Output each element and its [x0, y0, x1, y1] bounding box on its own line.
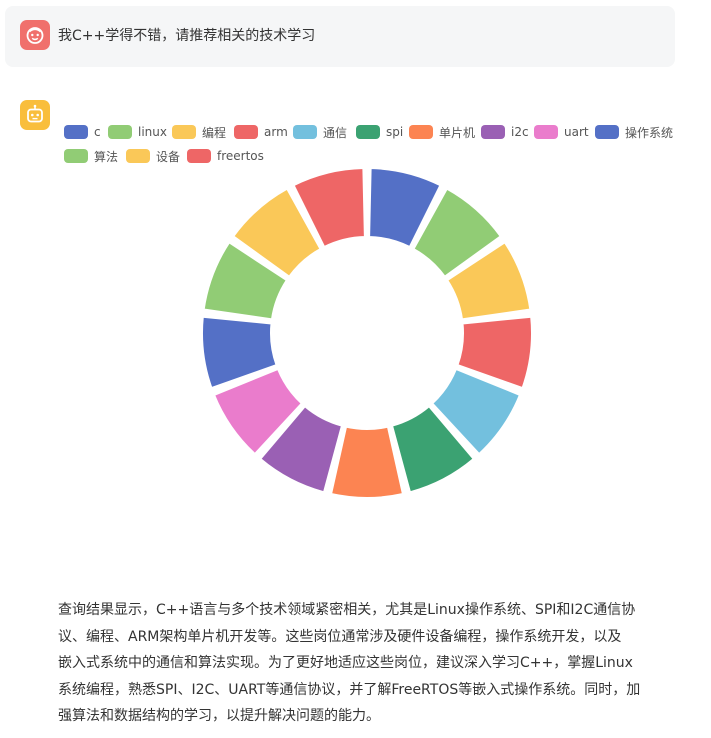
legend-item[interactable]: uart — [534, 124, 589, 140]
legend-label: 编程 — [202, 125, 227, 140]
donut-chart — [201, 167, 533, 499]
legend-label: spi — [386, 125, 404, 139]
legend-swatch — [409, 125, 433, 139]
legend-item[interactable]: arm — [234, 124, 288, 140]
legend-swatch — [534, 125, 558, 139]
legend-item[interactable]: 操作系统 — [595, 124, 673, 140]
legend-swatch — [108, 125, 132, 139]
answer-line: 强算法和数据结构的学习，以提升解决问题的能力。 — [58, 708, 380, 724]
legend-item[interactable]: c — [64, 124, 101, 140]
user-message-text: 我C++学得不错，请推荐相关的技术学习 — [58, 28, 316, 44]
robot-icon — [27, 104, 43, 123]
legend-swatch — [293, 125, 317, 139]
answer-line: 查询结果显示，C++语言与多个技术领域紧密相关，尤其是Linux操作系统、SPI… — [58, 602, 636, 618]
legend-label: 设备 — [156, 149, 181, 164]
legend-item[interactable]: 通信 — [293, 124, 347, 140]
user-message-bubble: 我C++学得不错，请推荐相关的技术学习 — [5, 6, 675, 67]
user-avatar — [20, 20, 50, 50]
legend-item[interactable]: 算法 — [64, 148, 118, 164]
legend-swatch — [595, 125, 619, 139]
legend-label: i2c — [511, 125, 529, 139]
legend-item[interactable]: 设备 — [126, 148, 180, 164]
legend-label: 操作系统 — [625, 125, 674, 140]
legend-swatch — [172, 125, 196, 139]
answer-line: 系统编程，熟悉SPI、I2C、UART等通信协议，并了解FreeRTOS等嵌入式… — [58, 681, 641, 698]
legend-label: 算法 — [94, 149, 119, 164]
legend-swatch — [234, 125, 258, 139]
assistant-answer: 查询结果显示，C++语言与多个技术领域紧密相关，尤其是Linux操作系统、SPI… — [58, 597, 678, 730]
legend-swatch — [356, 125, 380, 139]
legend-item[interactable]: 编程 — [172, 124, 226, 140]
legend-swatch — [481, 125, 505, 139]
bot-avatar — [20, 100, 50, 130]
answer-line: 嵌入式系统中的通信和算法实现。为了更好地适应这些岗位，建议深入学习C++，掌握L… — [58, 655, 633, 671]
legend-label: arm — [264, 125, 288, 139]
legend-item[interactable]: spi — [356, 124, 403, 140]
donut-slice[interactable] — [330, 425, 404, 499]
legend-item[interactable]: linux — [108, 124, 167, 140]
legend-label: linux — [138, 125, 167, 139]
legend-label: uart — [564, 125, 589, 139]
legend-swatch — [64, 149, 88, 163]
legend-swatch — [126, 149, 150, 163]
legend-label: 单片机 — [439, 125, 476, 140]
legend-label: 通信 — [323, 125, 348, 140]
legend-swatch — [64, 125, 88, 139]
legend-item[interactable]: 单片机 — [409, 124, 475, 140]
legend-item[interactable]: i2c — [481, 124, 529, 140]
smiley-face-icon — [26, 27, 44, 44]
legend-label: c — [94, 125, 101, 139]
answer-line: 议、编程、ARM架构单片机开发等。这些岗位通常涉及硬件设备编程，操作系统开发，以… — [58, 628, 622, 645]
